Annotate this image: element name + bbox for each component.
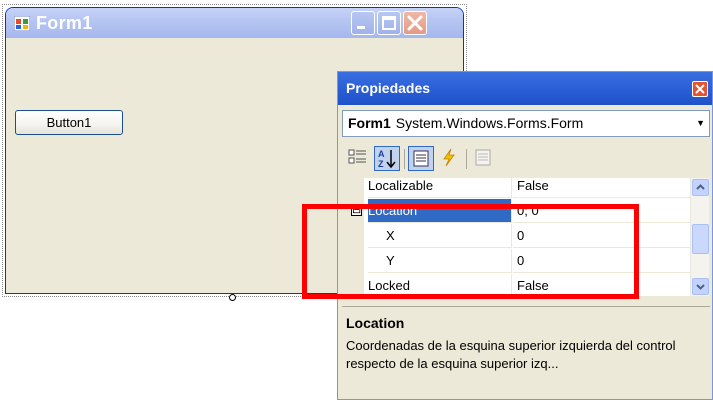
scroll-up-button[interactable] <box>692 179 709 196</box>
close-icon <box>695 84 705 94</box>
form1-titlebar[interactable]: Form1 <box>6 8 463 38</box>
categorized-icon <box>348 149 366 164</box>
chevron-down-icon[interactable]: ▼ <box>696 111 705 136</box>
description-text: Coordenadas de la esquina superior izqui… <box>346 338 676 371</box>
svg-text:Z: Z <box>378 159 384 169</box>
alphabetical-button[interactable]: A Z <box>374 146 400 171</box>
form1-title: Form1 <box>36 13 93 33</box>
toolbar-separator <box>466 149 467 169</box>
button1[interactable]: Button1 <box>15 110 123 135</box>
highlight-box <box>302 204 639 299</box>
close-button[interactable] <box>403 11 427 35</box>
scroll-down-button[interactable] <box>692 278 709 295</box>
maximize-button[interactable] <box>377 11 401 35</box>
properties-view-button[interactable] <box>408 146 434 171</box>
chevron-up-icon <box>696 184 705 190</box>
close-icon <box>407 15 423 31</box>
property-row-localizable[interactable]: Localizable False <box>342 178 690 199</box>
properties-titlebar[interactable]: Propiedades <box>338 72 712 105</box>
scroll-thumb[interactable] <box>692 224 709 254</box>
property-name: Localizable <box>368 178 512 198</box>
minimize-button[interactable] <box>351 11 375 35</box>
properties-title: Propiedades <box>346 80 431 96</box>
object-selector[interactable]: Form1 System.Windows.Forms.Form ▼ <box>342 110 710 137</box>
vertical-scrollbar[interactable] <box>690 178 709 296</box>
description-title: Location <box>346 315 405 331</box>
object-type: System.Windows.Forms.Form <box>395 115 584 131</box>
object-name: Form1 <box>348 115 391 131</box>
form-app-icon <box>14 16 30 31</box>
events-button[interactable] <box>437 146 463 171</box>
svg-text:A: A <box>378 149 385 159</box>
minimize-icon <box>357 26 365 29</box>
toolbar-separator <box>404 149 405 169</box>
lightning-icon <box>443 148 455 167</box>
properties-close-button[interactable] <box>692 81 708 97</box>
description-pane: Location Coordenadas de la esquina super… <box>342 306 710 397</box>
sort-az-icon: A Z <box>378 149 396 169</box>
properties-list-icon <box>413 150 429 167</box>
form-resize-handle[interactable] <box>229 294 236 301</box>
maximize-icon <box>382 16 396 30</box>
categorized-button[interactable] <box>346 146 372 171</box>
chevron-down-icon <box>696 284 705 290</box>
property-pages-button[interactable] <box>471 146 497 171</box>
property-pages-icon <box>475 149 491 166</box>
properties-toolbar: A Z <box>342 143 710 175</box>
property-value[interactable]: False <box>513 178 690 198</box>
